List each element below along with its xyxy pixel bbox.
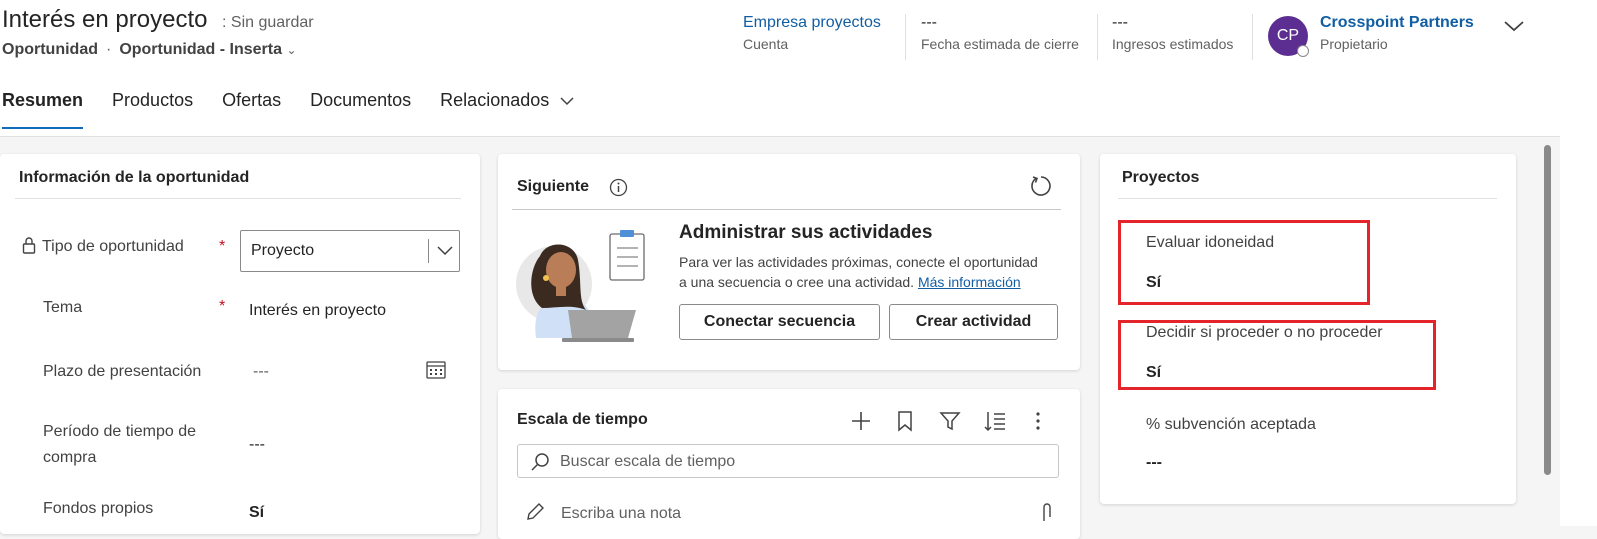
entity-row: Oportunidad · Oportunidad - Inserta ⌄ <box>2 41 297 59</box>
sort-icon[interactable] <box>983 410 1007 432</box>
account-label: Cuenta <box>743 36 789 52</box>
highlight-box <box>1118 220 1370 305</box>
filter-icon[interactable] <box>939 411 961 431</box>
pencil-icon <box>527 503 544 520</box>
next-activities-card: Siguiente Administrar sus actividades Pa… <box>498 154 1080 370</box>
bookmark-icon[interactable] <box>896 410 914 432</box>
header-field-account[interactable]: Empresa proyectos Cuenta <box>743 14 881 52</box>
card-title: Siguiente <box>517 178 590 195</box>
required-marker: * <box>219 238 226 255</box>
tab-documentos[interactable]: Documentos <box>308 90 411 111</box>
highlight-box <box>1118 320 1436 390</box>
tab-resumen[interactable]: Resumen <box>0 90 84 129</box>
note-input[interactable]: Escriba una nota <box>561 505 681 523</box>
revenue-label: Ingresos estimados <box>1112 36 1234 52</box>
owner-link[interactable]: Crosspoint Partners <box>1320 14 1474 32</box>
close-date-value: --- <box>921 14 937 31</box>
add-icon[interactable] <box>850 410 872 432</box>
activities-illustration <box>516 230 645 342</box>
search-placeholder: Buscar escala de tiempo <box>560 453 736 470</box>
card-title: Proyectos <box>1122 169 1200 186</box>
card-title: Escala de tiempo <box>517 411 648 428</box>
field-label-opportunity-type: Tipo de oportunidad <box>42 238 184 255</box>
field-label-grant-accepted: % subvención aceptada <box>1146 416 1316 433</box>
right-gutter <box>1560 0 1597 526</box>
opportunity-type-select[interactable]: Proyecto <box>240 230 460 272</box>
header-field-revenue: --- Ingresos estimados <box>1112 14 1233 52</box>
learn-more-link[interactable]: Más información <box>918 274 1021 290</box>
account-link[interactable]: Empresa proyectos <box>743 14 881 32</box>
form-selector[interactable]: Oportunidad - Inserta ⌄ <box>119 41 296 59</box>
select-divider <box>428 239 429 263</box>
header-divider <box>905 14 906 60</box>
description-line: Para ver las actividades próximas, conec… <box>679 254 1038 270</box>
label-line: Período de tiempo de <box>43 423 196 440</box>
own-funds-value[interactable]: Sí <box>249 504 264 522</box>
chevron-down-icon: ⌄ <box>286 43 297 57</box>
entity-name: Oportunidad <box>2 41 98 58</box>
header-field-close-date: --- Fecha estimada de cierre <box>921 14 1079 52</box>
activities-description: Para ver las actividades próximas, conec… <box>679 252 1038 292</box>
timeline-search-input[interactable]: Buscar escala de tiempo <box>517 444 1059 478</box>
attachment-icon[interactable] <box>1040 501 1054 523</box>
save-status: : Sin guardar <box>222 14 314 31</box>
grant-accepted-value[interactable]: --- <box>1146 454 1162 472</box>
label-line: compra <box>43 449 97 466</box>
chevron-down-icon <box>437 246 453 256</box>
create-activity-button[interactable]: Crear actividad <box>889 304 1058 340</box>
field-label-deadline: Plazo de presentación <box>43 363 202 380</box>
tab-relacionados[interactable]: Relacionados <box>438 90 574 111</box>
form-tabs: Resumen Productos Ofertas Documentos Rel… <box>0 90 601 129</box>
entity-separator: · <box>105 41 112 58</box>
presence-status-icon <box>1297 45 1309 57</box>
chevron-down-icon <box>560 97 574 106</box>
tab-productos[interactable]: Productos <box>110 90 193 111</box>
required-marker: * <box>219 298 226 315</box>
owner-label: Propietario <box>1320 36 1388 52</box>
topic-value[interactable]: Interés en proyecto <box>249 302 386 320</box>
refresh-icon[interactable] <box>1029 174 1053 198</box>
description-text: a una secuencia o cree una actividad. <box>679 274 915 290</box>
calendar-icon[interactable] <box>426 360 446 379</box>
record-title: Interés en proyecto <box>2 6 208 33</box>
card-title: Información de la oportunidad <box>19 169 250 186</box>
connect-sequence-button[interactable]: Conectar secuencia <box>679 304 880 340</box>
activities-heading: Administrar sus actividades <box>679 222 933 243</box>
deadline-value[interactable]: --- <box>253 363 269 381</box>
card-divider <box>512 209 1061 210</box>
lock-icon <box>22 237 36 254</box>
field-label-own-funds: Fondos propios <box>43 500 154 517</box>
card-divider <box>15 198 461 199</box>
form-selector-label: Oportunidad - Inserta <box>119 41 282 58</box>
purchase-timeframe-value[interactable]: --- <box>249 436 265 454</box>
close-date-label: Fecha estimada de cierre <box>921 36 1079 52</box>
search-icon <box>531 453 549 471</box>
info-icon[interactable] <box>609 178 628 197</box>
revenue-value: --- <box>1112 14 1128 31</box>
opportunity-type-value: Proyecto <box>251 242 315 259</box>
scrollbar[interactable] <box>1544 145 1551 475</box>
expand-header-chevron-icon[interactable] <box>1503 16 1525 39</box>
form-header: Interés en proyecto : Sin guardar Oportu… <box>0 0 1560 137</box>
description-line-2: a una secuencia o cree una actividad. Má… <box>679 272 1038 292</box>
field-label-purchase-timeframe: Período de tiempo de compra <box>43 419 196 471</box>
card-divider <box>1118 198 1497 199</box>
header-divider <box>1252 14 1253 60</box>
tab-relacionados-label: Relacionados <box>440 90 550 110</box>
header-divider <box>1097 14 1098 60</box>
opportunity-info-card: Información de la oportunidad Tipo de op… <box>0 154 480 534</box>
header-field-owner[interactable]: Crosspoint Partners Propietario <box>1320 14 1474 52</box>
more-options-icon[interactable] <box>1032 410 1044 432</box>
field-label-topic: Tema <box>43 299 83 316</box>
tab-ofertas[interactable]: Ofertas <box>220 90 281 111</box>
